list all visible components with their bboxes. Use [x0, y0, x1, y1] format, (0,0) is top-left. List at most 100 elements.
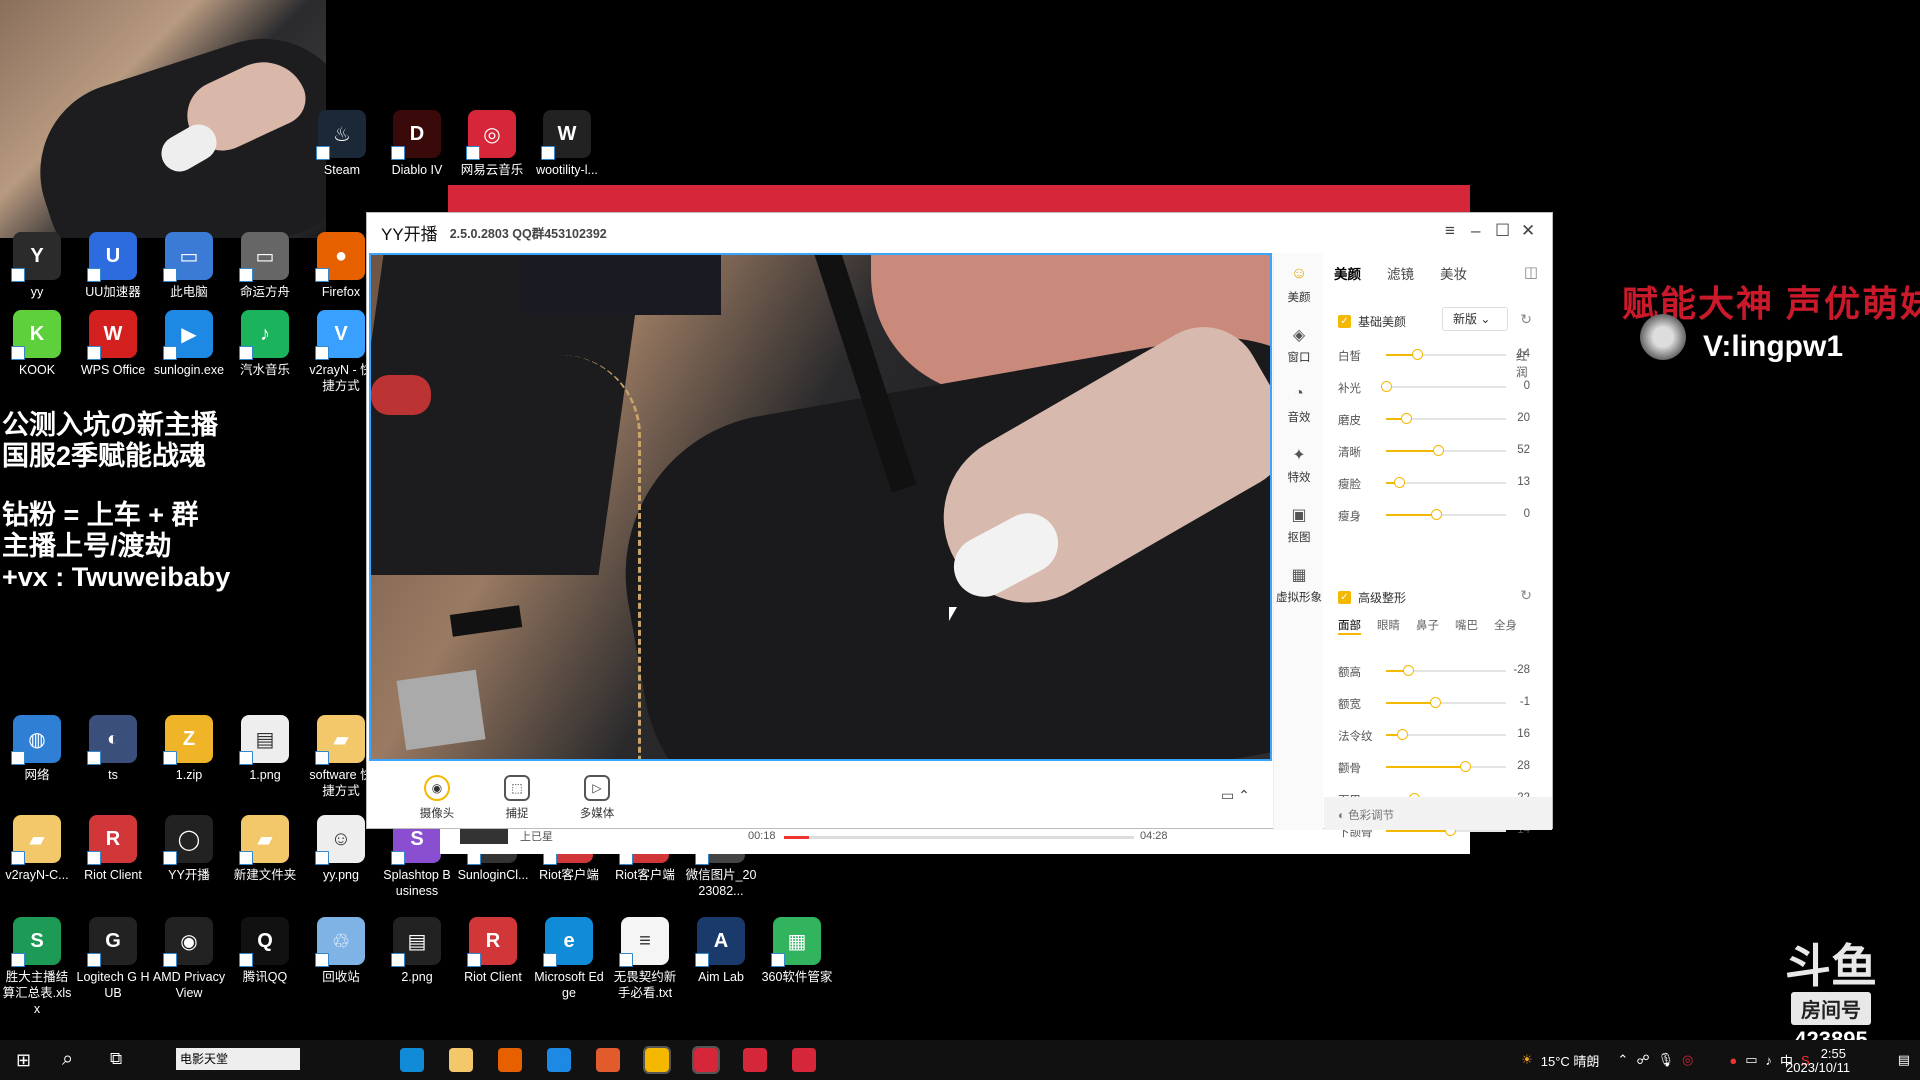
windows-start-icon[interactable]: ⊞	[16, 1050, 31, 1071]
sidebar-nav-item[interactable]: ▦ 虚拟形象	[1274, 565, 1324, 605]
taskbar-app-icon[interactable]	[400, 1048, 424, 1072]
desktop-icon[interactable]: ▦ 360软件管家	[760, 917, 834, 985]
slider-track[interactable]	[1386, 729, 1506, 740]
sidebar-nav-item[interactable]: ◔ 音效	[1274, 385, 1324, 425]
beauty-slider[interactable]: 白皙 红润 14	[1338, 345, 1538, 379]
slider-track[interactable]	[1386, 445, 1506, 456]
volume-icon[interactable]: ♪	[1766, 1053, 1773, 1068]
subtab-eyes[interactable]: 眼睛	[1377, 617, 1400, 635]
desktop-icon[interactable]: ◍ 网络	[0, 715, 74, 783]
record-tray-icon[interactable]: ●	[1729, 1053, 1737, 1068]
desktop-icon[interactable]: Q 腾讯QQ	[228, 917, 302, 985]
slider-track[interactable]	[1386, 825, 1506, 836]
basic-beauty-toggle[interactable]: ✓ 基础美颜	[1338, 313, 1406, 330]
beauty-slider[interactable]: 颧骨 28	[1338, 757, 1538, 777]
slider-knob[interactable]	[1401, 413, 1413, 424]
desktop-icon[interactable]: D Diablo IV	[380, 110, 454, 178]
taskbar-app-icon[interactable]	[643, 1046, 671, 1074]
reset-basic-icon[interactable]: ↻	[1520, 311, 1532, 328]
taskbar-app-icon[interactable]	[547, 1048, 571, 1072]
slider-knob[interactable]	[1396, 729, 1408, 740]
tab-filter[interactable]: 滤镜	[1387, 263, 1414, 283]
desktop-icon[interactable]: G Logitech G HUB	[76, 917, 150, 1001]
beauty-slider[interactable]: 法令纹 16	[1338, 725, 1538, 745]
desktop-icon[interactable]: ≡ 无畏契约新手必看.txt	[608, 917, 682, 1001]
beauty-slider[interactable]: 瘦身 0	[1338, 505, 1538, 525]
desktop-icon[interactable]: ▰ v2rayN-C...	[0, 815, 74, 883]
taskbar-app-icon[interactable]	[792, 1048, 816, 1072]
desktop-icon[interactable]: A Aim Lab	[684, 917, 758, 985]
desktop-icon[interactable]: e Microsoft Edge	[532, 917, 606, 1001]
desktop-icon[interactable]: ♲ 回收站	[304, 917, 378, 985]
microphone-icon[interactable]: 🎙	[1658, 1052, 1675, 1068]
subtab-nose[interactable]: 鼻子	[1416, 617, 1439, 635]
sidebar-nav-item[interactable]: ☺ 美颜	[1274, 265, 1324, 305]
camera-preview[interactable]	[369, 253, 1272, 761]
source-button[interactable]: ▷ 多媒体	[567, 775, 627, 821]
clock[interactable]: 2:55 2023/10/11	[1786, 1047, 1850, 1075]
slider-track[interactable]	[1386, 413, 1506, 424]
subtab-mouth[interactable]: 嘴巴	[1455, 617, 1478, 635]
beauty-version-select[interactable]: 新版 ⌄	[1442, 307, 1508, 331]
notification-icon[interactable]: ▤	[1898, 1052, 1910, 1068]
basic-beauty-checkbox[interactable]: ✓	[1338, 315, 1351, 328]
yy-titlebar[interactable]: YY开播 2.5.0.2803 QQ群453102392 ≡ – ☐ ✕	[367, 213, 1552, 251]
tab-beauty[interactable]: 美颜	[1334, 263, 1361, 283]
beauty-slider[interactable]: 额宽 -1	[1338, 693, 1538, 713]
desktop-icon[interactable]: ◉ AMD Privacy View	[152, 917, 226, 1001]
minimize-icon[interactable]: –	[1471, 221, 1480, 241]
source-button[interactable]: ◉ 摄像头	[407, 775, 467, 821]
slider-track[interactable]	[1381, 381, 1506, 392]
slider-track[interactable]	[1386, 761, 1506, 772]
source-button[interactable]: ⬚ 捕捉	[487, 775, 547, 821]
desktop-icon[interactable]: ▤ 1.png	[228, 715, 302, 783]
desktop-icon[interactable]: ▤ 2.png	[380, 917, 454, 985]
taskbar-app-icon[interactable]	[449, 1048, 473, 1072]
camera-toggle-button[interactable]: ▭ ⌃	[1221, 787, 1250, 804]
desktop-icon[interactable]: Wwootility-l...	[530, 110, 604, 178]
task-view-icon[interactable]: ⧉	[110, 1049, 122, 1069]
network-icon[interactable]: ☍	[1636, 1052, 1649, 1068]
desktop-icon[interactable]: ▶ sunlogin.exe	[152, 310, 226, 378]
search-icon[interactable]: ⌕	[62, 1048, 73, 1071]
netease-window-titlebar[interactable]	[448, 185, 1470, 215]
slider-track[interactable]	[1386, 477, 1506, 488]
slider-knob[interactable]	[1432, 445, 1444, 456]
weather-text[interactable]: 15°C 晴朗	[1541, 1051, 1600, 1070]
slider-track[interactable]	[1386, 509, 1506, 520]
display-icon[interactable]: ▭	[1745, 1052, 1757, 1068]
beauty-slider[interactable]: 补光 0	[1338, 377, 1538, 397]
slider-knob[interactable]	[1381, 381, 1392, 392]
beauty-slider[interactable]: 磨皮 20	[1338, 409, 1538, 429]
desktop-icon[interactable]: ♪ 汽水音乐	[228, 310, 302, 378]
slider-knob[interactable]	[1394, 477, 1406, 488]
taskbar-app-icon[interactable]	[743, 1048, 767, 1072]
desktop-icon[interactable]: K KOOK	[0, 310, 74, 378]
slider-track[interactable]	[1386, 349, 1506, 360]
desktop-icon[interactable]: ◐ ts	[76, 715, 150, 783]
slider-knob[interactable]	[1412, 349, 1424, 360]
beauty-slider[interactable]: 清晰 52	[1338, 441, 1538, 461]
sidebar-nav-item[interactable]: ▣ 抠图	[1274, 505, 1324, 545]
desktop-icon[interactable]: U UU加速器	[76, 232, 150, 300]
advanced-shaping-checkbox[interactable]: ✓	[1338, 591, 1351, 604]
subtab-body[interactable]: 全身	[1494, 617, 1517, 635]
desktop-icon[interactable]: S 胜大主播结算汇总表.xlsx	[0, 917, 74, 1017]
taskbar-search-field[interactable]: 电影天堂	[176, 1048, 300, 1070]
color-adjust-bar[interactable]: ◐ 色彩调节	[1324, 797, 1552, 830]
desktop-icon[interactable]: ▭ 此电脑	[152, 232, 226, 300]
progress-bar[interactable]	[784, 836, 1134, 839]
close-icon[interactable]: ✕	[1521, 221, 1535, 241]
desktop-icon[interactable]: ▰ 新建文件夹	[228, 815, 302, 883]
advanced-shaping-toggle[interactable]: ✓ 高级整形	[1338, 589, 1406, 606]
sidebar-nav-item[interactable]: ◈ 窗口	[1274, 325, 1324, 365]
beauty-slider[interactable]: 额高 -28	[1338, 661, 1538, 681]
desktop-icon[interactable]: R Riot Client	[456, 917, 530, 985]
taskbar-app-icon[interactable]	[498, 1048, 522, 1072]
desktop-icon[interactable]: ▭ 命运方舟	[228, 232, 302, 300]
slider-track[interactable]	[1386, 665, 1506, 676]
menu-icon[interactable]: ≡	[1445, 221, 1455, 241]
subtab-face[interactable]: 面部	[1338, 617, 1361, 635]
slider-knob[interactable]	[1402, 665, 1414, 676]
desktop-icon[interactable]: Yyy	[0, 232, 74, 300]
